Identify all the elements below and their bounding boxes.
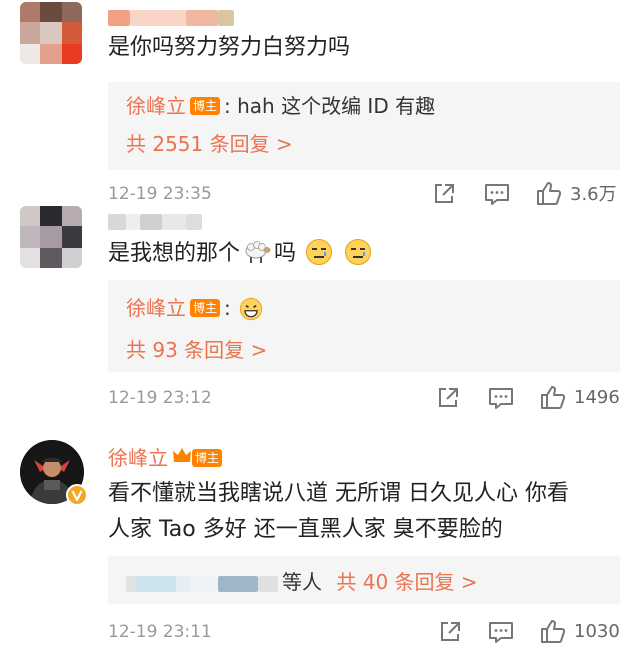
comment-icon: [485, 184, 509, 205]
smirk-emoji-icon: [306, 239, 333, 265]
comment-button[interactable]: [488, 386, 514, 410]
timestamp: 12-19 23:11: [108, 622, 212, 642]
comment-item-2: 是我想的那个 吗 徐峰立 博主: 共 93 条回复 > 12-19 23:12 14…: [0, 204, 640, 426]
reply-line: 徐峰立 博主: hah 这个改编 ID 有趣: [126, 90, 435, 119]
comment-button[interactable]: [484, 182, 510, 206]
reply-author[interactable]: 徐峰立: [126, 94, 186, 118]
like-button[interactable]: 1496: [540, 384, 620, 410]
reply-author[interactable]: 徐峰立: [126, 296, 186, 320]
share-button[interactable]: [436, 386, 460, 410]
like-icon: [541, 386, 566, 409]
blogger-name[interactable]: 徐峰立 博主: [108, 442, 226, 471]
comment-icon: [489, 622, 513, 643]
comment-text-line-2: 人家 Tao 多好 还一直黑人家 臭不要脸的: [108, 517, 503, 542]
comment-item-1: 是你吗努力努力白努力吗 徐峰立 博主: hah 这个改编 ID 有趣 共 2551…: [0, 0, 640, 206]
reply-line: 等人 共 40 条回复 >: [126, 566, 478, 595]
obscured-name: [126, 575, 136, 592]
reply-text: : hah 这个改编 ID 有趣: [224, 94, 436, 118]
reply-text: :: [224, 296, 231, 320]
like-icon: [537, 182, 562, 205]
timestamp: 12-19 23:12: [108, 388, 212, 408]
like-button[interactable]: 3.6万: [536, 180, 617, 206]
comment-text-line-1: 看不懂就当我瞎说八道 无所谓 日久见人心 你看: [108, 481, 569, 506]
author-name[interactable]: 徐峰立: [108, 446, 168, 470]
reply-preview[interactable]: 徐峰立 博主: 共 93 条回复 >: [108, 280, 620, 372]
view-replies-link[interactable]: 共 2551 条回复 >: [126, 128, 293, 157]
timestamp: 12-19 23:35: [108, 184, 212, 204]
like-button[interactable]: 1030: [540, 618, 620, 644]
view-replies-link[interactable]: 共 40 条回复 >: [336, 570, 477, 594]
reply-line: 徐峰立 博主:: [126, 292, 265, 321]
like-count: 1496: [574, 386, 620, 408]
comment-text: 是我想的那个 吗: [108, 236, 374, 272]
username-obscured[interactable]: [108, 4, 234, 28]
avatar[interactable]: [20, 206, 82, 268]
comment-icon: [489, 388, 513, 409]
grin-emoji-icon: [239, 297, 263, 321]
comment-button[interactable]: [488, 620, 514, 644]
blogger-badge: 博主: [190, 97, 221, 115]
sheep-emoji-icon: [245, 241, 271, 263]
share-button[interactable]: [432, 182, 456, 206]
comment-text-start: 是我想的那个: [108, 241, 241, 266]
blogger-badge: 博主: [192, 449, 223, 467]
share-icon: [439, 388, 458, 407]
comment-text: 是你吗努力努力白努力吗: [108, 35, 351, 60]
share-button[interactable]: [438, 620, 462, 644]
comment-text: 看不懂就当我瞎说八道 无所谓 日久见人心 你看 人家 Tao 多好 还一直黑人家…: [108, 476, 569, 548]
avatar[interactable]: [20, 2, 82, 64]
reply-suffix: 等人: [282, 570, 322, 594]
crown-icon: [173, 448, 191, 462]
comment-item-3: 徐峰立 博主 看不懂就当我瞎说八道 无所谓 日久见人心 你看 人家 Tao 多好 …: [0, 428, 640, 646]
share-icon: [435, 184, 454, 203]
blogger-badge: 博主: [190, 299, 221, 317]
verified-badge-icon: [66, 484, 88, 506]
view-replies-link[interactable]: 共 93 条回复 >: [126, 334, 267, 363]
comment-text-end: 吗: [274, 241, 297, 266]
smirk-emoji-icon: [345, 239, 372, 265]
reply-preview[interactable]: 等人 共 40 条回复 >: [108, 556, 620, 604]
reply-preview[interactable]: 徐峰立 博主: hah 这个改编 ID 有趣 共 2551 条回复 >: [108, 82, 620, 170]
like-count: 3.6万: [570, 184, 617, 205]
share-icon: [441, 622, 460, 641]
like-count: 1030: [574, 620, 620, 642]
like-icon: [541, 620, 566, 643]
username-obscured[interactable]: [108, 208, 202, 232]
